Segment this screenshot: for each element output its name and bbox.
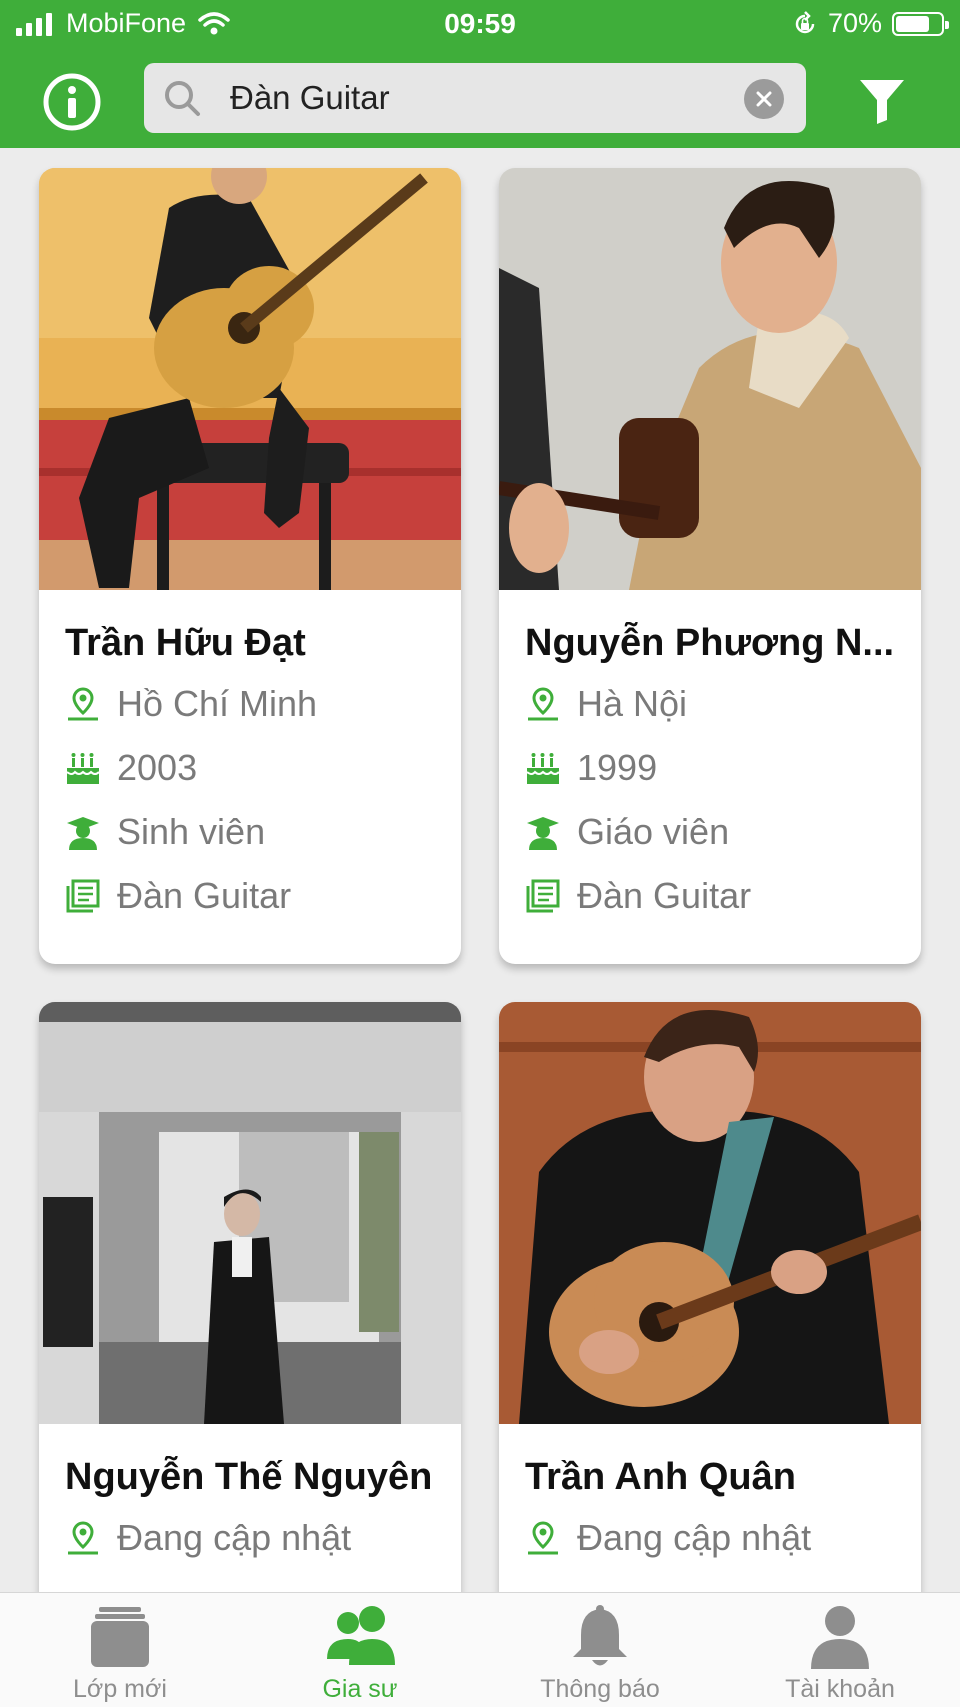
tutor-photo [499,168,921,590]
search-box[interactable] [144,63,806,133]
occupation-text: Sinh viên [117,811,266,852]
occupation-row: Giáo viên [525,800,921,864]
info-icon[interactable] [42,72,102,132]
location-row: Đang cập nhật [525,1506,921,1570]
map-pin-icon [528,687,558,721]
birthday-cake-icon [526,753,560,784]
subject-text: Đàn Guitar [117,875,292,916]
book-icon [526,879,560,913]
subject-row: Đàn Guitar [525,864,921,928]
graduate-icon [67,817,99,850]
tutor-photo [39,1002,461,1424]
user-icon [811,1606,869,1669]
bell-icon [573,1605,627,1666]
location-text: Hồ Chí Minh [117,683,318,724]
tutor-name: Nguyễn Thế Nguyên [65,1456,433,1498]
users-icon [327,1606,395,1665]
location-row: Hà Nội [525,672,921,736]
tutor-card[interactable]: Trần Anh Quân Đang cập nhật [499,1002,921,1642]
status-bar: MobiFone 09:59 70% [0,0,960,50]
location-text: Đang cập nhật [117,1517,352,1558]
location-text: Đang cập nhật [577,1517,812,1558]
tab-tutors[interactable]: Gia sư [240,1593,480,1707]
graduate-icon [527,817,559,850]
birth-year-text: 1999 [577,747,658,788]
tab-label: Lớp mới [73,1675,167,1703]
tab-account[interactable]: Tài khoản [720,1593,960,1707]
location-text: Hà Nội [577,683,688,724]
tutor-card[interactable]: Nguyễn Thế Nguyên Đang cập nhật [39,1002,461,1642]
tab-label: Gia sư [322,1675,398,1703]
tab-notifications[interactable]: Thông báo [480,1593,720,1707]
book-icon [66,879,100,913]
subject-row: Đàn Guitar [65,864,461,928]
tutor-name: Nguyễn Phương N... [525,622,895,664]
bottom-tab-bar: Lớp mới Gia sư Thông báo Tài khoản [0,1592,960,1707]
filter-icon[interactable] [858,76,906,126]
tutor-info: Trần Hữu Đạt Hồ Chí Minh 2003 Sinh viên … [39,590,461,928]
tab-new-classes[interactable]: Lớp mới [0,1593,240,1707]
search-icon [165,81,200,116]
location-row: Đang cập nhật [65,1506,461,1570]
folder-icon [91,1607,149,1667]
app-header: MobiFone 09:59 70% [0,0,960,148]
map-pin-icon [68,1521,98,1555]
location-row: Hồ Chí Minh [65,672,461,736]
tutor-photo [39,168,461,590]
map-pin-icon [528,1521,558,1555]
occupation-row: Sinh viên [65,800,461,864]
tutor-name: Trần Hữu Đạt [65,622,306,664]
tab-label: Tài khoản [785,1675,895,1703]
tutor-photo [499,1002,921,1424]
battery-percent: 70% [827,8,882,38]
subject-text: Đàn Guitar [577,875,752,916]
battery-icon [892,11,949,36]
occupation-text: Giáo viên [577,811,730,852]
tutor-card[interactable]: Nguyễn Phương N... Hà Nội 1999 Giáo viên… [499,168,921,964]
search-input[interactable] [230,63,710,133]
tutor-name: Trần Anh Quân [525,1456,796,1498]
birth-year-row: 1999 [525,736,921,800]
birth-year-text: 2003 [117,747,198,788]
tutor-info: Nguyễn Phương N... Hà Nội 1999 Giáo viên… [499,590,921,928]
close-icon[interactable] [744,79,784,119]
birthday-cake-icon [66,753,100,784]
tab-label: Thông báo [540,1675,660,1703]
map-pin-icon [68,687,98,721]
orientation-lock-icon [795,10,815,33]
status-right: 70% [792,8,949,39]
birth-year-row: 2003 [65,736,461,800]
tutor-card[interactable]: Trần Hữu Đạt Hồ Chí Minh 2003 Sinh viên … [39,168,461,964]
